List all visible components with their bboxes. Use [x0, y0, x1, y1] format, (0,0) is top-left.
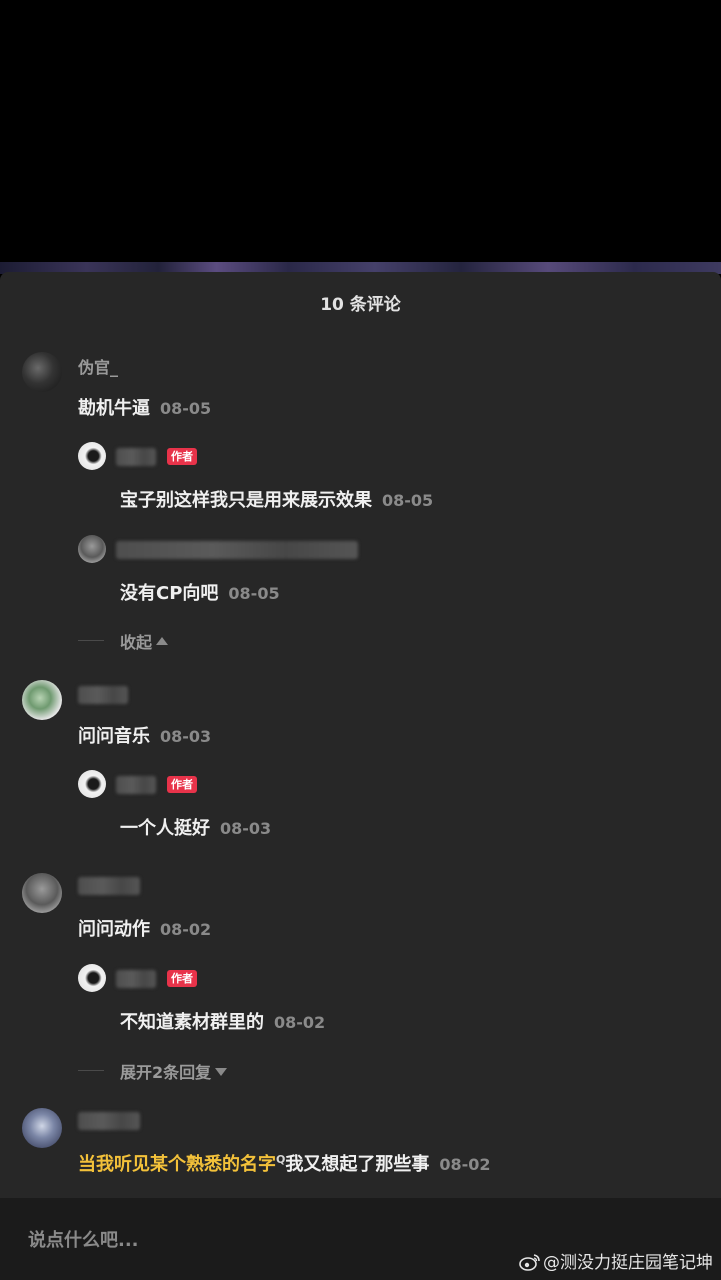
- avatar[interactable]: [22, 680, 62, 720]
- reply-body: 没有CP向吧: [120, 583, 219, 604]
- reply-text[interactable]: 一个人挺好 08-03: [120, 814, 271, 840]
- comment-input[interactable]: 说点什么吧...: [28, 1226, 139, 1252]
- toggle-label: 展开2条回复: [120, 1063, 212, 1082]
- reply-date: 08-05: [228, 584, 280, 603]
- author-avatar[interactable]: [78, 770, 106, 798]
- comment-sheet: 10 条评论 伪官_ 勘机牛逼 08-05 作者 宝子别这样我只是用来展示效果 08…: [0, 272, 721, 1280]
- reply-date: 08-05: [382, 491, 434, 510]
- watermark: @测没力挺庄园笔记坤: [519, 1248, 713, 1273]
- comment-input-bar: 说点什么吧... @测没力挺庄园笔记坤: [0, 1198, 721, 1280]
- reply-text[interactable]: 没有CP向吧 08-05: [120, 579, 280, 605]
- collapse-replies-toggle[interactable]: 收起: [120, 629, 169, 653]
- comment-text[interactable]: 勘机牛逼 08-05: [78, 394, 211, 420]
- comment-date: 08-02: [160, 920, 212, 939]
- toggle-divider: [78, 640, 104, 641]
- avatar[interactable]: [22, 1108, 62, 1148]
- blurred-username: [78, 686, 128, 704]
- reply-body: 不知道素材群里的: [120, 1012, 264, 1033]
- comment-body: 问问动作: [78, 919, 150, 940]
- comment-date: 08-03: [160, 727, 212, 746]
- blurred-username: [116, 541, 358, 559]
- blurred-username: [78, 1112, 140, 1130]
- reply-date: 08-02: [274, 1013, 326, 1032]
- author-badge: 作者: [167, 776, 197, 793]
- blurred-username: [116, 448, 156, 466]
- comment-username[interactable]: 伪官_: [78, 354, 118, 378]
- avatar[interactable]: [22, 873, 62, 913]
- caret-down-icon: [215, 1068, 228, 1076]
- avatar[interactable]: [78, 535, 106, 563]
- comment-text[interactable]: 问问音乐 08-03: [78, 722, 211, 748]
- avatar[interactable]: [22, 352, 62, 392]
- comment-body: 我又想起了那些事: [285, 1154, 430, 1175]
- video-player-area[interactable]: [0, 0, 721, 268]
- author-badge: 作者: [167, 970, 197, 987]
- comment-date: 08-02: [439, 1155, 491, 1174]
- reply-body: 宝子别这样我只是用来展示效果: [120, 490, 372, 511]
- reply-text[interactable]: 宝子别这样我只是用来展示效果 08-05: [120, 486, 433, 512]
- toggle-label: 收起: [120, 633, 153, 652]
- author-avatar[interactable]: [78, 442, 106, 470]
- reply-body: 一个人挺好: [120, 818, 210, 839]
- author-badge: 作者: [167, 448, 197, 465]
- reply-date: 08-03: [220, 819, 272, 838]
- comment-body: 勘机牛逼: [78, 398, 150, 419]
- blurred-username: [116, 970, 156, 988]
- blurred-username: [116, 776, 156, 794]
- caret-up-icon: [156, 637, 169, 645]
- expand-replies-toggle[interactable]: 展开2条回复: [120, 1059, 228, 1083]
- reply-text[interactable]: 不知道素材群里的 08-02: [120, 1008, 325, 1034]
- comment-text[interactable]: 当我听见某个熟悉的名字Q我又想起了那些事 08-02: [78, 1150, 491, 1176]
- comment-count-title: 10 条评论: [320, 295, 401, 315]
- comment-body: 问问音乐: [78, 726, 150, 747]
- search-mark-icon: Q: [276, 1153, 286, 1166]
- lyric-highlight[interactable]: 当我听见某个熟悉的名字: [78, 1154, 276, 1175]
- blurred-username: [78, 877, 140, 895]
- toggle-divider: [78, 1070, 104, 1071]
- weibo-icon: [519, 1254, 540, 1271]
- author-avatar[interactable]: [78, 964, 106, 992]
- comment-date: 08-05: [160, 399, 212, 418]
- comment-text[interactable]: 问问动作 08-02: [78, 915, 211, 941]
- watermark-text: @测没力挺庄园笔记坤: [543, 1253, 713, 1273]
